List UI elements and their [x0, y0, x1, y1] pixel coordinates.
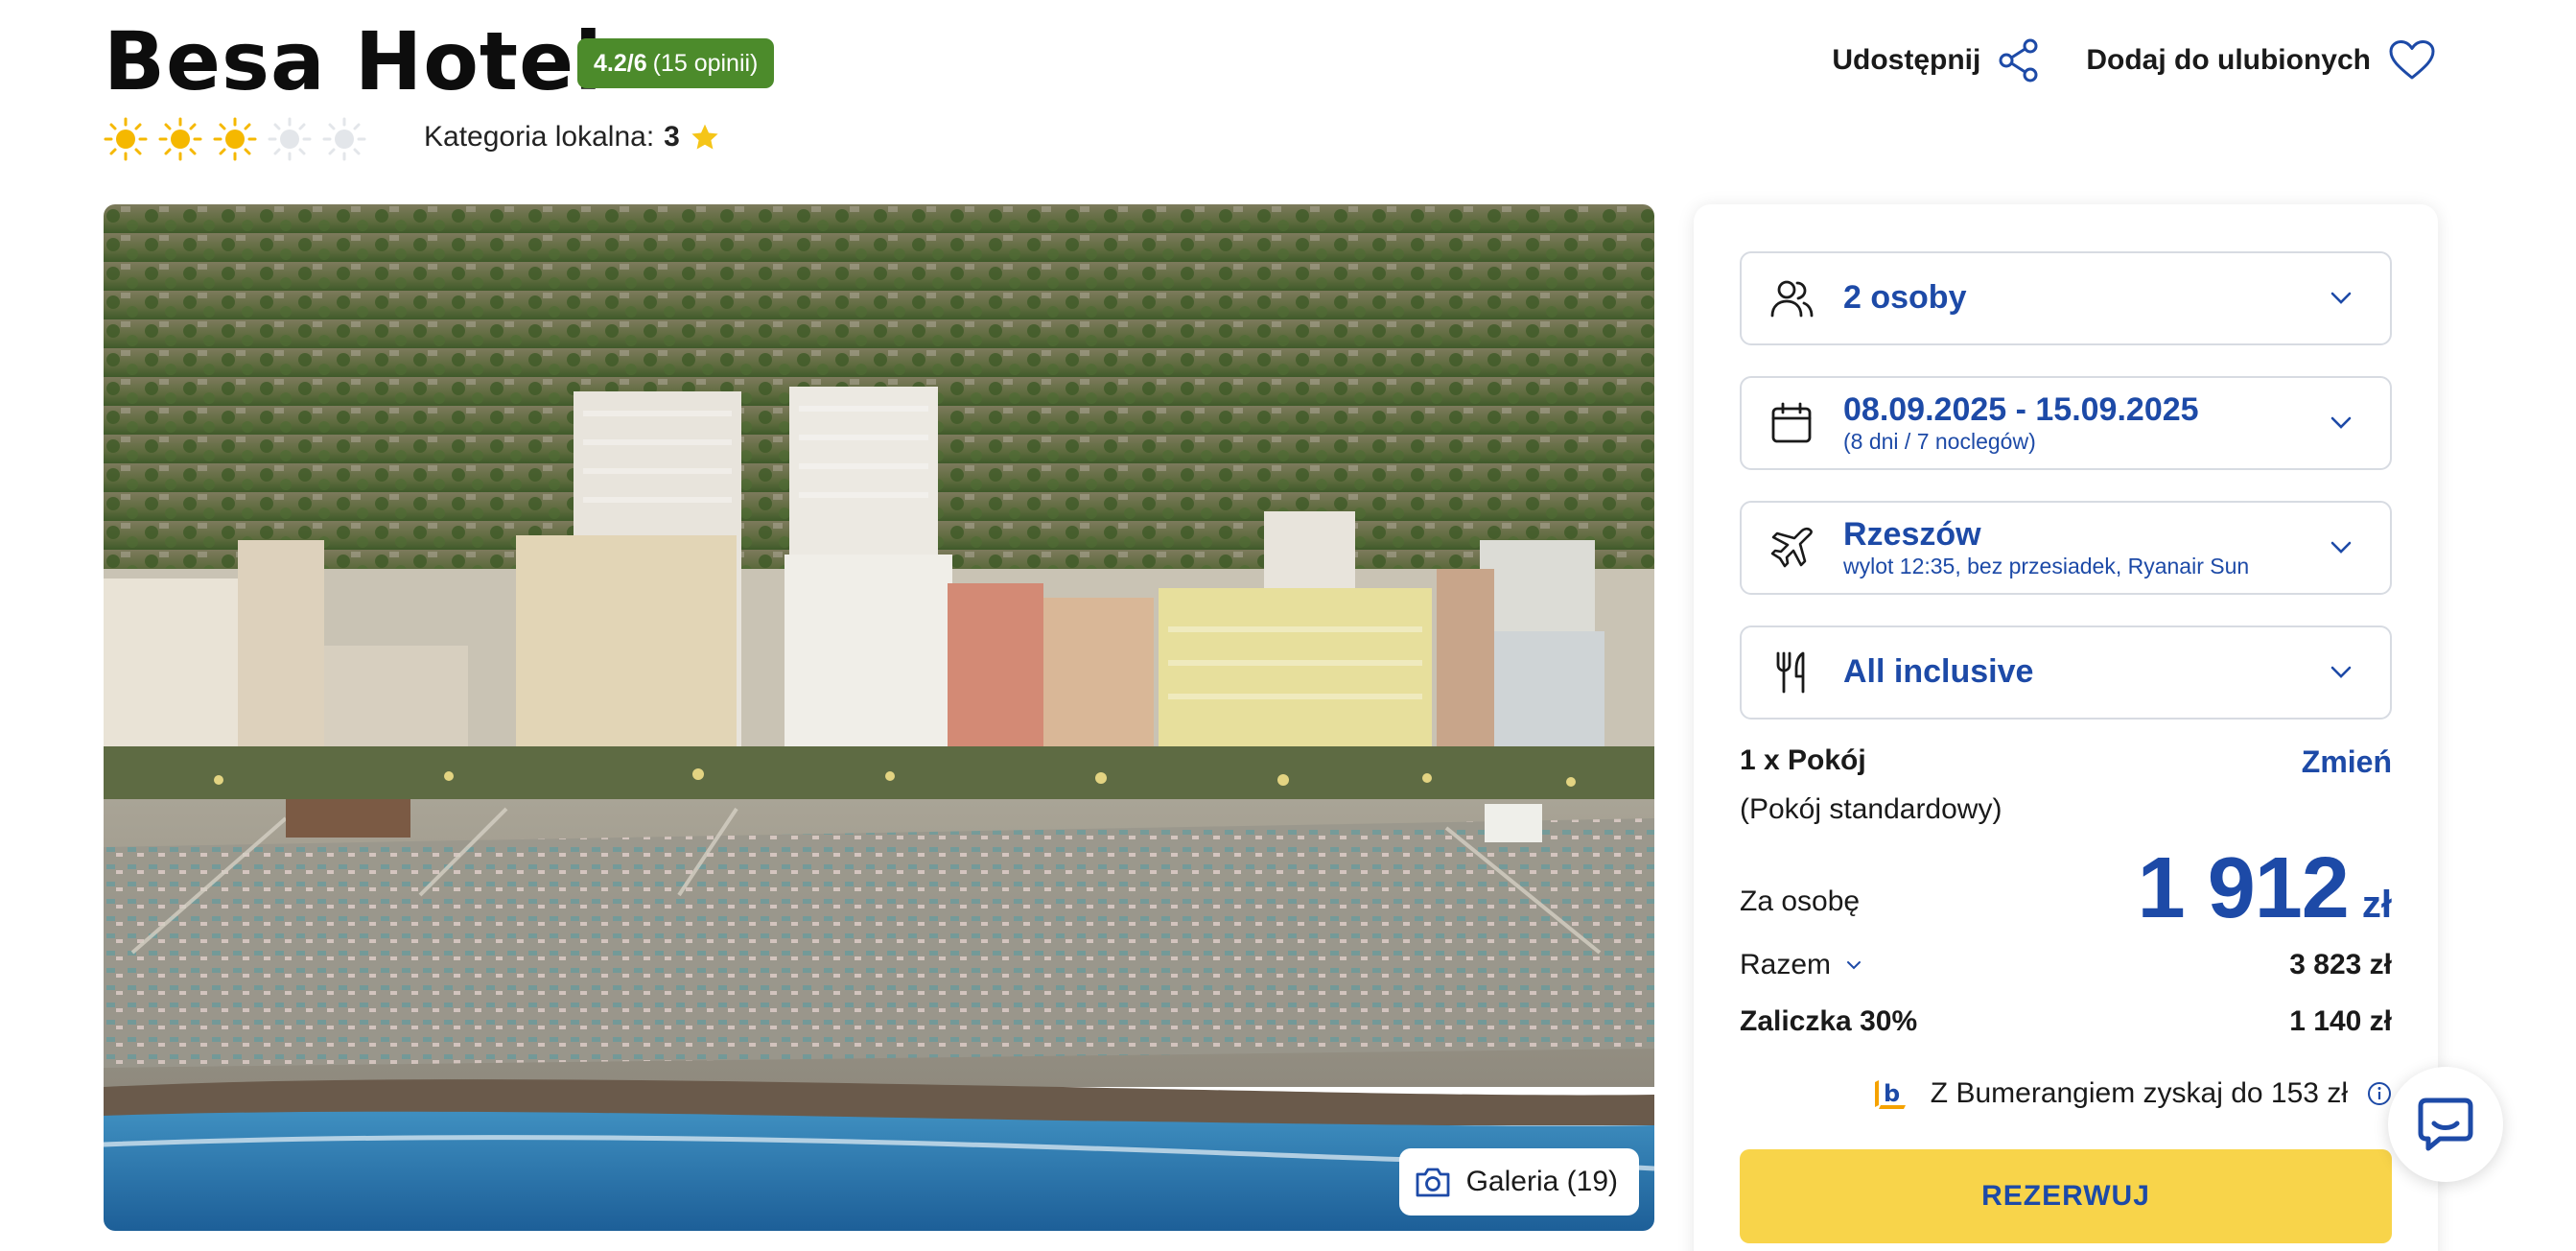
camera-icon	[1416, 1168, 1449, 1197]
hotel-name: Besa Hotel	[104, 14, 603, 108]
change-room-link[interactable]: Zmień	[2302, 744, 2392, 780]
dates-value: 08.09.2025 - 15.09.2025	[1843, 390, 2199, 428]
travelers-selector[interactable]: 2 osoby	[1740, 251, 2392, 345]
chat-icon	[2418, 1098, 2473, 1151]
svg-text:b: b	[1884, 1080, 1900, 1107]
info-icon[interactable]	[2367, 1081, 2392, 1106]
bumerang-promo: b Z Bumerangiem zyskaj do 153 zł	[1869, 1073, 2392, 1115]
board-selector[interactable]: All inclusive	[1740, 626, 2392, 720]
currency: zł	[2361, 884, 2392, 926]
beach-resort-photo	[104, 204, 1654, 1231]
total-toggle[interactable]: Razem	[1740, 949, 1862, 981]
sun-star-icon	[104, 117, 148, 161]
category-value: 3	[664, 121, 680, 153]
category-label: Kategoria lokalna:	[424, 121, 655, 153]
sun-star-icon	[213, 117, 257, 161]
chevron-down-icon	[2330, 666, 2352, 678]
chevron-down-icon	[2330, 292, 2352, 304]
live-chat-button[interactable]	[2388, 1067, 2503, 1182]
per-person-label: Za osobę	[1740, 885, 1861, 917]
per-person-price: 1 912 zł	[2138, 839, 2392, 938]
bumerang-logo-icon: b	[1874, 1078, 1906, 1109]
per-person-amount: 1 912	[2137, 840, 2350, 936]
gallery-label: Galeria (19)	[1465, 1166, 1618, 1197]
rating-count: (15 opinii)	[652, 49, 759, 77]
room-count: 1 x Pokój	[1740, 744, 1866, 776]
total-label: Razem	[1740, 949, 1832, 980]
local-category: Kategoria lokalna: 3	[424, 121, 720, 153]
people-icon	[1770, 280, 1814, 318]
deposit-value: 1 140 zł	[2289, 1005, 2392, 1037]
chevron-down-icon	[2330, 541, 2352, 554]
share-label: Udostępnij	[1832, 44, 1981, 76]
star-icon	[691, 124, 718, 150]
sun-star-empty-icon	[268, 117, 312, 161]
room-type: (Pokój standardowy)	[1740, 793, 2002, 825]
flight-details: wylot 12:35, bez przesiadek, Ryanair Sun	[1843, 553, 2250, 578]
board-value: All inclusive	[1843, 653, 2034, 691]
deposit-label: Zaliczka 30%	[1740, 1005, 1918, 1037]
calendar-icon	[1771, 402, 1812, 443]
total-value: 3 823 zł	[2289, 949, 2392, 980]
share-button[interactable]: Udostępnij	[1832, 38, 2040, 83]
rating-badge[interactable]: 4.2/6 (15 opinii)	[577, 38, 775, 88]
sun-star-icon	[158, 117, 202, 161]
favorites-label: Dodaj do ulubionych	[2086, 44, 2371, 76]
dates-duration: (8 dni / 7 noclegów)	[1843, 428, 2036, 454]
plane-icon	[1770, 527, 1813, 568]
bumerang-text: Z Bumerangiem zyskaj do 153 zł	[1930, 1077, 2348, 1109]
chevron-down-icon	[1847, 961, 1862, 970]
rating-score: 4.2/6	[594, 49, 647, 77]
gallery-button[interactable]: Galeria (19)	[1398, 1148, 1639, 1216]
hotel-photo[interactable]: Galeria (19)	[104, 204, 1654, 1231]
sun-star-empty-icon	[322, 117, 366, 161]
chevron-down-icon	[2330, 416, 2352, 429]
reserve-button[interactable]: REZERWUJ	[1740, 1149, 2392, 1243]
share-icon	[1999, 38, 2038, 83]
departure-selector[interactable]: Rzeszów wylot 12:35, bez przesiadek, Rya…	[1740, 501, 2392, 595]
dates-selector[interactable]: 08.09.2025 - 15.09.2025 (8 dni / 7 nocle…	[1740, 376, 2392, 470]
travelers-value: 2 osoby	[1843, 279, 1967, 317]
header-actions: Udostępnij Dodaj do ulubionych	[1832, 38, 2436, 83]
departure-city: Rzeszów	[1843, 515, 1981, 553]
booking-panel: 2 osoby 08.09.2025 - 15.09.2025 (8 dni /…	[1694, 204, 2438, 1251]
heart-icon	[2389, 40, 2435, 80]
fork-knife-icon	[1776, 651, 1805, 694]
add-to-favorites-button[interactable]: Dodaj do ulubionych	[2086, 39, 2436, 82]
hotel-stars	[104, 117, 366, 161]
